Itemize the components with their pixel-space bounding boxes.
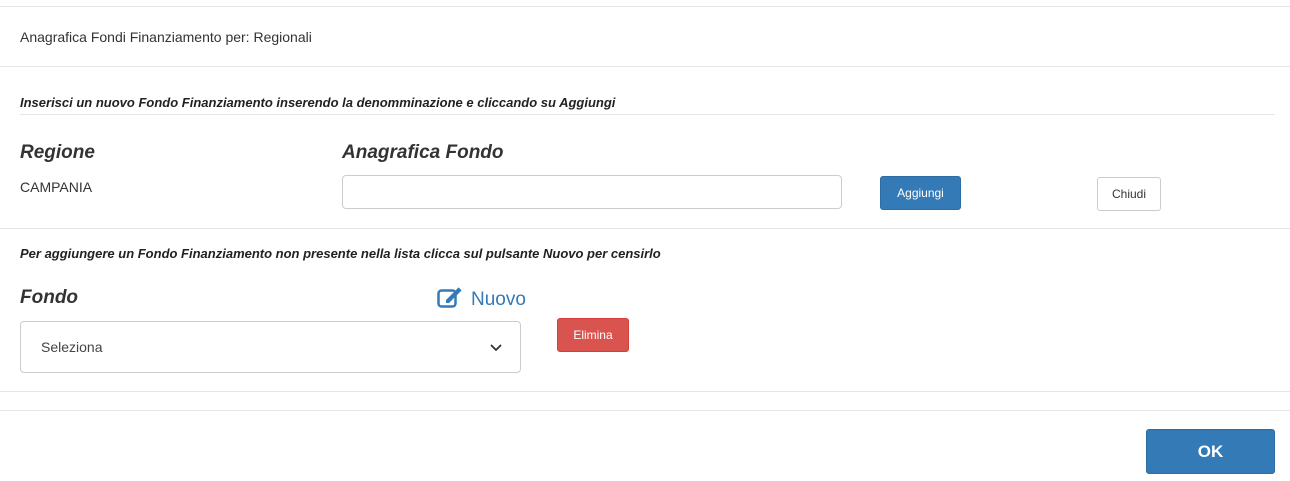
regione-value: CAMPANIA xyxy=(20,179,93,195)
select-instruction: Per aggiungere un Fondo Finanziamento no… xyxy=(20,246,661,261)
edit-icon xyxy=(437,286,471,314)
modal-title: Anagrafica Fondi Finanziamento per: Regi… xyxy=(20,29,312,45)
chevron-down-icon xyxy=(490,339,502,355)
fondo-select-value: Seleziona xyxy=(41,339,103,355)
nuovo-label: Nuovo xyxy=(471,289,526,310)
header-divider xyxy=(0,66,1290,67)
footer-divider xyxy=(0,410,1290,411)
select-section-divider xyxy=(0,391,1290,392)
ok-button[interactable]: OK xyxy=(1146,429,1275,474)
elimina-button[interactable]: Elimina xyxy=(557,318,629,352)
add-instruction-divider xyxy=(20,114,1275,115)
nuovo-link[interactable]: Nuovo xyxy=(437,286,526,314)
anagrafica-fondo-input[interactable] xyxy=(342,175,842,209)
add-section-divider xyxy=(0,228,1290,229)
fondo-label: Fondo xyxy=(20,287,79,308)
modal-dialog: Anagrafica Fondi Finanziamento per: Regi… xyxy=(0,0,1290,481)
chiudi-button[interactable]: Chiudi xyxy=(1097,177,1161,211)
anagrafica-fondo-label: Anagrafica Fondo xyxy=(342,142,504,163)
aggiungi-button[interactable]: Aggiungi xyxy=(880,176,961,210)
add-instruction: Inserisci un nuovo Fondo Finanziamento i… xyxy=(20,95,616,110)
fondo-select[interactable]: Seleziona xyxy=(20,321,521,373)
regione-label: Regione xyxy=(20,142,95,163)
top-divider xyxy=(0,6,1290,7)
